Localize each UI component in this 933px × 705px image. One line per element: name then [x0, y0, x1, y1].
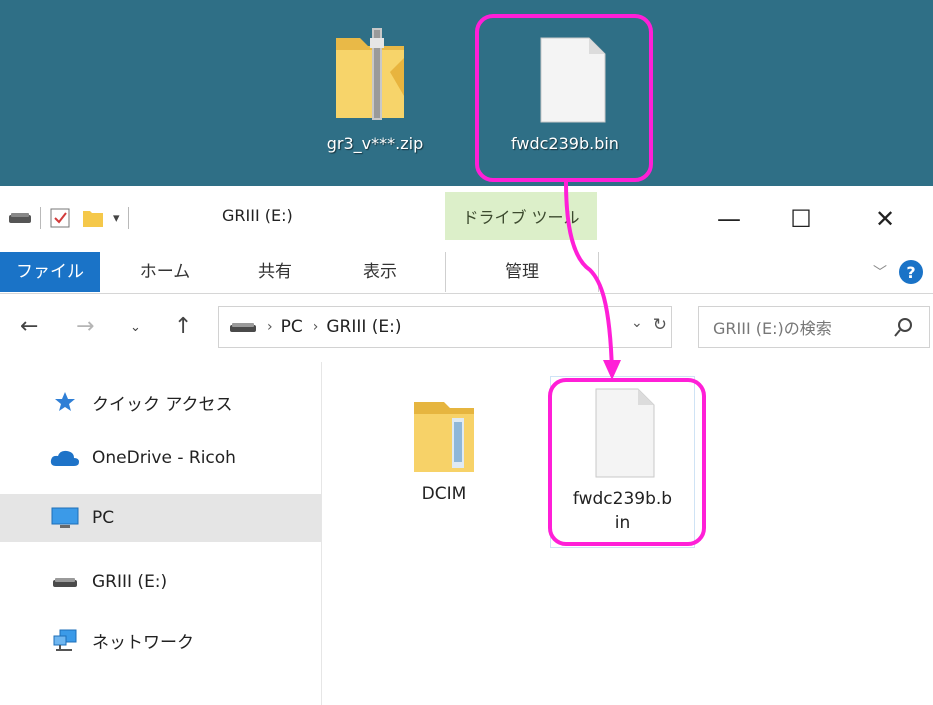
- nav-item-onedrive[interactable]: OneDrive - Ricoh: [0, 434, 321, 482]
- tab-share[interactable]: 共有: [240, 252, 310, 292]
- desktop-area: gr3_v***.zip fwdc239b.bin: [0, 0, 933, 186]
- nav-label-onedrive: OneDrive - Ricoh: [92, 448, 236, 468]
- quick-access-toolbar: ▾: [8, 206, 137, 230]
- drive-icon: [48, 569, 82, 595]
- nav-item-drive[interactable]: GRIII (E:): [0, 558, 321, 606]
- search-icon: [894, 318, 912, 337]
- crumb-separator-icon: ›: [312, 319, 319, 335]
- drive-icon: [230, 323, 256, 332]
- help-icon[interactable]: ?: [899, 260, 923, 284]
- back-arrow-icon[interactable]: ←: [20, 314, 38, 339]
- minimize-button[interactable]: —: [700, 200, 758, 238]
- network-icon: [48, 627, 82, 653]
- folder-item-dcim[interactable]: DCIM: [384, 392, 504, 504]
- folder-icon: [414, 402, 474, 472]
- drive-tools-context-tab: ドライブ ツール: [445, 192, 597, 240]
- address-right-controls: ⌄ ↻: [631, 315, 667, 335]
- address-box[interactable]: › PC › GRIII (E:) ⌄ ↻: [218, 306, 672, 348]
- nav-item-pc[interactable]: PC: [0, 494, 321, 542]
- search-placeholder: GRIII (E:)の検索: [713, 319, 832, 338]
- tab-view[interactable]: 表示: [345, 252, 415, 292]
- navigation-pane: クイック アクセス OneDrive - Ricoh PC GRIII (E:)…: [0, 362, 322, 705]
- tab-manage[interactable]: 管理: [445, 252, 599, 292]
- ribbon-divider: [0, 293, 933, 294]
- nav-label-quick-access: クイック アクセス: [92, 394, 233, 415]
- qat-separator-2: [127, 207, 129, 229]
- desktop-highlight-box: [475, 14, 653, 182]
- zip-file-icon-item[interactable]: gr3_v***.zip: [300, 0, 450, 186]
- ribbon-tabs: ファイル ホーム 共有 表示 管理 ﹀ ?: [0, 252, 933, 292]
- up-arrow-icon[interactable]: ↑: [174, 314, 192, 339]
- folder-label-dcim: DCIM: [421, 484, 467, 504]
- drive-small-icon[interactable]: [8, 211, 32, 225]
- breadcrumb-pc[interactable]: PC: [281, 317, 303, 337]
- content-highlight-box: [548, 378, 706, 546]
- search-input[interactable]: GRIII (E:)の検索: [698, 306, 930, 348]
- ribbon-expand-chevron-icon[interactable]: ﹀: [873, 262, 887, 282]
- nav-label-drive: GRIII (E:): [92, 572, 168, 592]
- properties-check-icon[interactable]: [49, 207, 71, 229]
- close-button[interactable]: ✕: [856, 200, 914, 238]
- tab-home[interactable]: ホーム: [130, 252, 200, 292]
- nav-item-quick-access[interactable]: クイック アクセス: [0, 378, 321, 426]
- crumb-separator-icon: ›: [267, 319, 273, 335]
- zip-folder-icon: [336, 28, 404, 120]
- monitor-icon: [48, 505, 82, 531]
- recent-locations-chevron-icon[interactable]: ⌄: [130, 320, 141, 335]
- star-icon: [48, 389, 82, 415]
- address-dropdown-icon[interactable]: ⌄: [631, 315, 643, 335]
- cloud-icon: [48, 445, 82, 471]
- window-title: GRIII (E:): [222, 206, 293, 225]
- zip-file-label: gr3_v***.zip: [326, 134, 424, 153]
- qat-dropdown-icon[interactable]: ▾: [113, 211, 120, 226]
- maximize-button[interactable]: ☐: [772, 200, 830, 238]
- title-bar: ▾ GRIII (E:) ドライブ ツール — ☐ ✕: [0, 186, 933, 252]
- refresh-icon[interactable]: ↻: [653, 315, 667, 335]
- forward-arrow-icon[interactable]: →: [76, 314, 94, 339]
- ribbon-right-controls: ﹀ ?: [873, 260, 923, 284]
- nav-item-network[interactable]: ネットワーク: [0, 616, 321, 664]
- breadcrumb-drive[interactable]: GRIII (E:): [326, 317, 401, 337]
- qat-separator: [40, 207, 41, 229]
- nav-label-pc: PC: [92, 508, 115, 528]
- address-bar-row: ← → ⌄ ↑ › PC › GRIII (E:) ⌄ ↻ GRIII (E:)…: [0, 306, 933, 350]
- explorer-window: ▾ GRIII (E:) ドライブ ツール — ☐ ✕ ファイル ホーム 共有 …: [0, 186, 933, 705]
- tab-file[interactable]: ファイル: [0, 252, 100, 292]
- nav-label-network: ネットワーク: [92, 632, 194, 653]
- new-folder-icon[interactable]: [81, 207, 105, 229]
